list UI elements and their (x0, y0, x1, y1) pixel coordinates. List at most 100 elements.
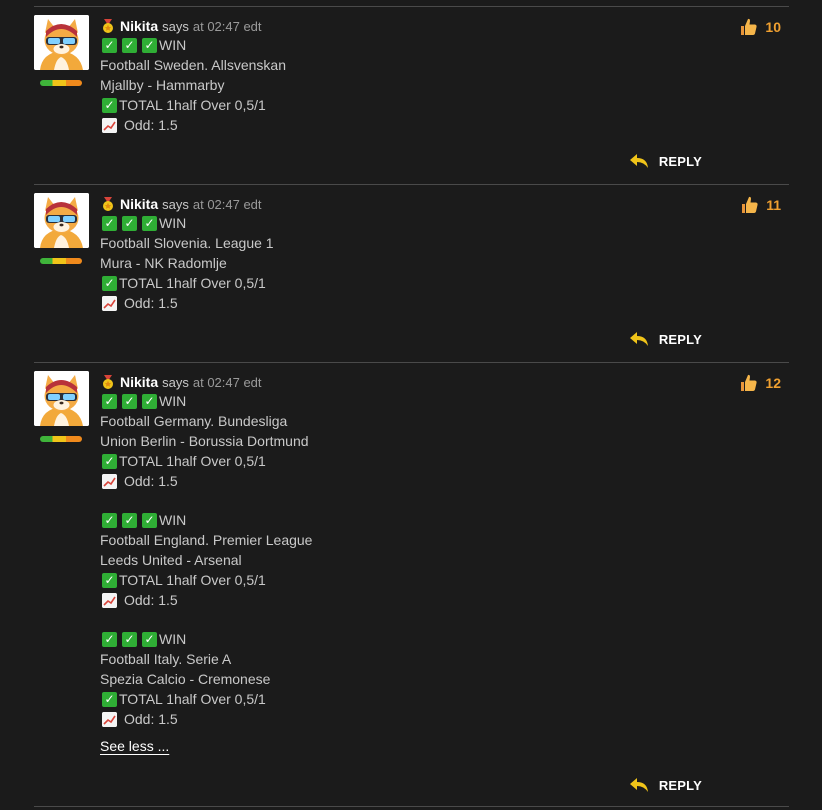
like-button[interactable]: 10 (738, 17, 781, 37)
check-mark-icon: ✓ (102, 691, 117, 707)
bet-text: TOTAL 1half Over 0,5/1 (119, 572, 266, 588)
comment-time: at 02:47 edt (192, 374, 262, 390)
chart-increasing-icon (102, 117, 117, 133)
bet-line: ✓ TOTAL 1half Over 0,5/1 (100, 451, 789, 471)
check-mark-icon: ✓ (102, 215, 117, 231)
bet-text: TOTAL 1half Over 0,5/1 (119, 275, 266, 291)
check-mark-icon: ✓ (142, 37, 157, 53)
status-text: WIN (159, 37, 187, 53)
comment-time: at 02:47 edt (192, 196, 262, 212)
check-mark-icon: ✓ (122, 37, 137, 53)
level-bar (40, 80, 82, 86)
check-mark-icon: ✓ (122, 631, 137, 647)
author-name[interactable]: Nikita (120, 374, 158, 390)
status-text: WIN (159, 393, 187, 409)
author-name[interactable]: Nikita (120, 196, 158, 212)
status-line: ✓ ✓ ✓ WIN (100, 510, 789, 530)
comment: Nikita says at 02:47 edt ✓ ✓ ✓ WIN Footb… (34, 6, 789, 184)
check-mark-icon: ✓ (102, 393, 117, 409)
comment-body: Nikita says at 02:47 edt ✓ ✓ ✓ WIN Footb… (100, 17, 789, 135)
reply-arrow-icon (629, 154, 648, 168)
match-line: Leeds United - Arsenal (100, 552, 242, 568)
reply-label: REPLY (658, 777, 702, 793)
reply-arrow-icon (629, 332, 648, 346)
bet-text: TOTAL 1half Over 0,5/1 (119, 453, 266, 469)
avatar-column (34, 371, 90, 442)
match-line: Spezia Calcio - Cremonese (100, 671, 271, 687)
says-label: says (162, 18, 189, 34)
match-line: Mura - NK Radomlje (100, 255, 227, 271)
check-mark-icon: ✓ (102, 275, 117, 291)
avatar-column (34, 15, 90, 86)
like-button[interactable]: 12 (738, 373, 781, 393)
medal-icon (103, 19, 113, 33)
odd-line: Odd: 1.5 (100, 115, 789, 135)
reply-label: REPLY (658, 331, 702, 347)
match-line: Union Berlin - Borussia Dortmund (100, 433, 309, 449)
odd-line: Odd: 1.5 (100, 709, 789, 729)
status-text: WIN (159, 512, 187, 528)
reply-button[interactable]: REPLY (629, 153, 702, 169)
odd-line: Odd: 1.5 (100, 590, 789, 610)
level-bar (40, 436, 82, 442)
bet-line: ✓ TOTAL 1half Over 0,5/1 (100, 95, 789, 115)
reply-arrow-icon (629, 778, 648, 792)
thumbs-up-icon (741, 374, 758, 391)
check-mark-icon: ✓ (102, 631, 117, 647)
thumbs-up-icon (742, 196, 758, 213)
chart-increasing-icon (102, 592, 117, 608)
reply-button[interactable]: REPLY (629, 331, 702, 347)
divider (34, 806, 789, 807)
odd-text: Odd: 1.5 (124, 117, 178, 133)
status-line: ✓ ✓ ✓ WIN (100, 35, 789, 55)
see-less-link[interactable]: See less ... (100, 738, 169, 754)
check-mark-icon: ✓ (142, 512, 157, 528)
check-mark-icon: ✓ (102, 453, 117, 469)
odd-line: Odd: 1.5 (100, 293, 789, 313)
league-line: Football Sweden. Allsvenskan (100, 57, 286, 73)
match-line: Mjallby - Hammarby (100, 77, 225, 93)
league-line: Football Germany. Bundesliga (100, 413, 288, 429)
league-line: Football England. Premier League (100, 532, 313, 548)
author-name[interactable]: Nikita (120, 18, 158, 34)
reply-button[interactable]: REPLY (629, 777, 702, 793)
check-mark-icon: ✓ (102, 97, 117, 113)
check-mark-icon: ✓ (122, 215, 137, 231)
comment-time: at 02:47 edt (192, 18, 262, 34)
status-line: ✓ ✓ ✓ WIN (100, 213, 789, 233)
comment-body: Nikita says at 02:47 edt ✓ ✓ ✓ WIN Footb… (100, 195, 789, 313)
check-mark-icon: ✓ (122, 512, 137, 528)
league-line: Football Italy. Serie A (100, 651, 232, 667)
comment-body: Nikita says at 02:47 edt ✓ ✓ ✓ WIN Footb… (100, 373, 789, 754)
avatar[interactable] (34, 193, 89, 248)
avatar[interactable] (34, 371, 89, 426)
comment-header: Nikita says at 02:47 edt (100, 373, 789, 391)
avatar[interactable] (34, 15, 89, 70)
odd-line: Odd: 1.5 (100, 471, 789, 491)
comment-header: Nikita says at 02:47 edt (100, 195, 789, 213)
says-label: says (162, 374, 189, 390)
like-button[interactable]: 11 (739, 195, 781, 215)
league-line: Football Slovenia. League 1 (100, 235, 274, 251)
thumbs-up-icon (741, 18, 758, 35)
bet-line: ✓ TOTAL 1half Over 0,5/1 (100, 689, 789, 709)
status-text: WIN (159, 215, 187, 231)
odd-text: Odd: 1.5 (124, 592, 178, 608)
chart-increasing-icon (102, 711, 117, 727)
check-mark-icon: ✓ (142, 393, 157, 409)
avatar-column (34, 193, 90, 264)
bet-line: ✓ TOTAL 1half Over 0,5/1 (100, 570, 789, 590)
bet-text: TOTAL 1half Over 0,5/1 (119, 97, 266, 113)
comment-header: Nikita says at 02:47 edt (100, 17, 789, 35)
like-count: 11 (766, 197, 781, 213)
medal-icon (103, 375, 113, 389)
bet-text: TOTAL 1half Over 0,5/1 (119, 691, 266, 707)
odd-text: Odd: 1.5 (124, 295, 178, 311)
check-mark-icon: ✓ (142, 215, 157, 231)
like-count: 10 (765, 19, 781, 35)
comment: Nikita says at 02:47 edt ✓ ✓ ✓ WIN Footb… (34, 362, 789, 806)
comment: Nikita says at 02:47 edt ✓ ✓ ✓ WIN Footb… (34, 184, 789, 362)
check-mark-icon: ✓ (102, 572, 117, 588)
